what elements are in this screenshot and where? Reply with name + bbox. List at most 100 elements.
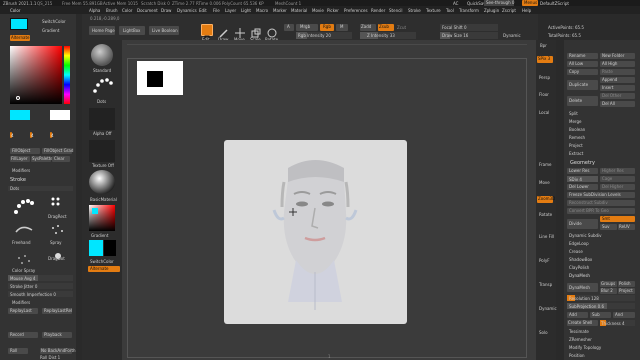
zremesher-item[interactable]: ZRemesher — [569, 337, 592, 342]
insert-button[interactable]: Insert — [600, 85, 635, 91]
sys-palette-button[interactable]: SysPalette — [31, 156, 53, 162]
freehand-stroke-icon[interactable] — [14, 222, 34, 238]
menu-color[interactable]: Color — [122, 8, 132, 13]
replay-last-rel-button[interactable]: ReplayLastRel — [42, 308, 72, 314]
add-button[interactable]: Add — [567, 312, 588, 318]
blur-slider[interactable]: Blur 2 — [600, 288, 617, 294]
menu-macro[interactable]: Macro — [256, 8, 268, 13]
modifiers-subheader[interactable]: Modifiers — [12, 300, 30, 305]
cage-button[interactable]: Cage — [600, 176, 635, 182]
dragdot-stroke-icon[interactable] — [48, 246, 68, 259]
a-channel-button[interactable]: A — [284, 24, 294, 31]
spix-button[interactable]: SPix 3 — [537, 56, 553, 63]
rgb-button[interactable]: Rgb — [320, 24, 334, 31]
duplicate-button[interactable]: Duplicate — [567, 80, 598, 90]
extract-item[interactable]: Extract — [569, 151, 583, 156]
menu-file[interactable]: File — [213, 8, 220, 13]
scale-tool-button[interactable] — [250, 24, 262, 38]
reuv-toggle[interactable]: ReUV — [618, 224, 635, 230]
record-button[interactable]: Record — [8, 332, 38, 338]
menu-zscript[interactable]: Zscript — [502, 8, 516, 13]
zsub-button[interactable]: Zsub — [378, 24, 394, 31]
menu-help[interactable]: Help — [522, 8, 531, 13]
dots-stroke-icon[interactable] — [10, 194, 36, 220]
crease-item[interactable]: Crease — [569, 249, 583, 254]
move-tool-button[interactable] — [234, 24, 246, 38]
suv-toggle[interactable]: Suv — [600, 224, 617, 230]
polyf-button[interactable]: PolyF — [539, 258, 550, 263]
sub-button[interactable]: Sub — [590, 312, 611, 318]
floor-button[interactable]: Floor — [539, 92, 549, 97]
spray-stroke-icon[interactable] — [48, 222, 68, 238]
bpr-button[interactable]: Bpr — [540, 43, 547, 48]
color-spray-icon[interactable] — [14, 252, 34, 266]
rename-button[interactable]: Rename — [567, 53, 598, 59]
menu-document[interactable]: Document — [137, 8, 158, 13]
modifiers-header[interactable]: Modifiers — [12, 168, 30, 173]
dynamic-toggle[interactable]: Dynamic — [503, 33, 521, 38]
m-button[interactable]: M — [336, 24, 348, 31]
gradient-label[interactable]: Gradient — [42, 28, 59, 33]
polish-toggle[interactable]: Polish — [618, 281, 635, 287]
frame-button[interactable]: Frame — [539, 162, 551, 167]
menu-marker[interactable]: Marker — [273, 8, 287, 13]
draw-tool-button[interactable] — [218, 24, 230, 38]
rotate-view-button[interactable]: Rotate — [539, 212, 552, 217]
reconstruct-subdiv-button[interactable]: Reconstruct Subdiv — [567, 200, 635, 206]
lightbox-button[interactable]: LightBox — [119, 26, 145, 35]
menu-light[interactable]: Light — [241, 8, 251, 13]
edgeloop-item[interactable]: EdgeLoop — [569, 241, 589, 246]
hue-slider[interactable] — [64, 46, 70, 104]
menu-tool[interactable]: Tool — [446, 8, 454, 13]
live-boolean-button[interactable]: Live Boolean — [149, 26, 179, 35]
tessimate-item[interactable]: Tessimate — [569, 329, 589, 334]
secondary-color-swatch[interactable] — [50, 110, 70, 120]
claypolish-item[interactable]: ClayPolish — [569, 265, 589, 270]
boolean-item[interactable]: Boolean — [569, 127, 585, 132]
material-button[interactable] — [89, 170, 115, 194]
clear-button[interactable]: Clear — [52, 156, 70, 162]
local-button[interactable]: Local — [539, 110, 549, 115]
divide-button[interactable]: Divide — [567, 219, 598, 229]
switch-color-secondary[interactable] — [104, 240, 116, 256]
replay-last-button[interactable]: ReplayLast — [8, 308, 38, 314]
paste-button[interactable]: Paste — [600, 69, 635, 75]
freeze-subdiv-button[interactable]: Freeze SubDivision Levels — [567, 192, 635, 198]
menu-brush[interactable]: Brush — [106, 8, 118, 13]
menu-render[interactable]: Render — [371, 8, 385, 13]
dynamesh-button[interactable]: DynaMesh — [567, 283, 598, 292]
solo-button[interactable]: Solo — [539, 330, 548, 335]
texture-button[interactable] — [89, 140, 115, 162]
zoom3d-button[interactable]: Zoom3D — [537, 196, 555, 203]
remesh-item[interactable]: Remesh — [569, 135, 585, 140]
menu-edit[interactable]: Edit — [199, 8, 207, 13]
dynamic-subdiv-item[interactable]: Dynamic Subdiv — [569, 233, 602, 238]
main-color-swatch[interactable] — [10, 18, 28, 30]
geometry-header[interactable]: Geometry — [570, 160, 595, 166]
higher-res-button[interactable]: Higher Res — [600, 168, 635, 174]
menu-texture[interactable]: Texture — [426, 8, 441, 13]
menu-draw[interactable]: Draw — [161, 8, 171, 13]
merge-item[interactable]: Merge — [569, 119, 582, 124]
del-higher-button[interactable]: Del Higher — [600, 184, 635, 190]
menu-stencil[interactable]: Stencil — [389, 8, 403, 13]
append-button[interactable]: Append — [600, 77, 635, 83]
menu-stroke[interactable]: Stroke — [408, 8, 421, 13]
convert-bpr-button[interactable]: Convert BPR To Geo — [567, 208, 635, 214]
alpha-button[interactable] — [89, 108, 115, 130]
modify-topology-item[interactable]: Modify Topology — [569, 345, 601, 350]
split-item[interactable]: Split — [569, 111, 578, 116]
menu-movie[interactable]: Movie — [312, 8, 324, 13]
persp-button[interactable]: Persp — [539, 75, 550, 80]
alternate-button[interactable]: Alternate — [10, 35, 30, 41]
project-item[interactable]: Project — [569, 143, 583, 148]
menu-dynamics[interactable]: Dynamics — [177, 8, 197, 13]
del-lower-button[interactable]: Del Lower — [567, 184, 598, 190]
fill-object-grad-button[interactable]: FillObject Grad — [42, 148, 73, 154]
zadd-button[interactable]: Zadd — [360, 24, 376, 31]
del-all-button[interactable]: Del All — [600, 101, 635, 107]
new-folder-button[interactable]: New Folder — [600, 53, 635, 59]
menu-preferences[interactable]: Preferences — [344, 8, 368, 13]
home-page-button[interactable]: Home Page — [89, 26, 115, 35]
lower-res-button[interactable]: Lower Res — [567, 168, 598, 174]
